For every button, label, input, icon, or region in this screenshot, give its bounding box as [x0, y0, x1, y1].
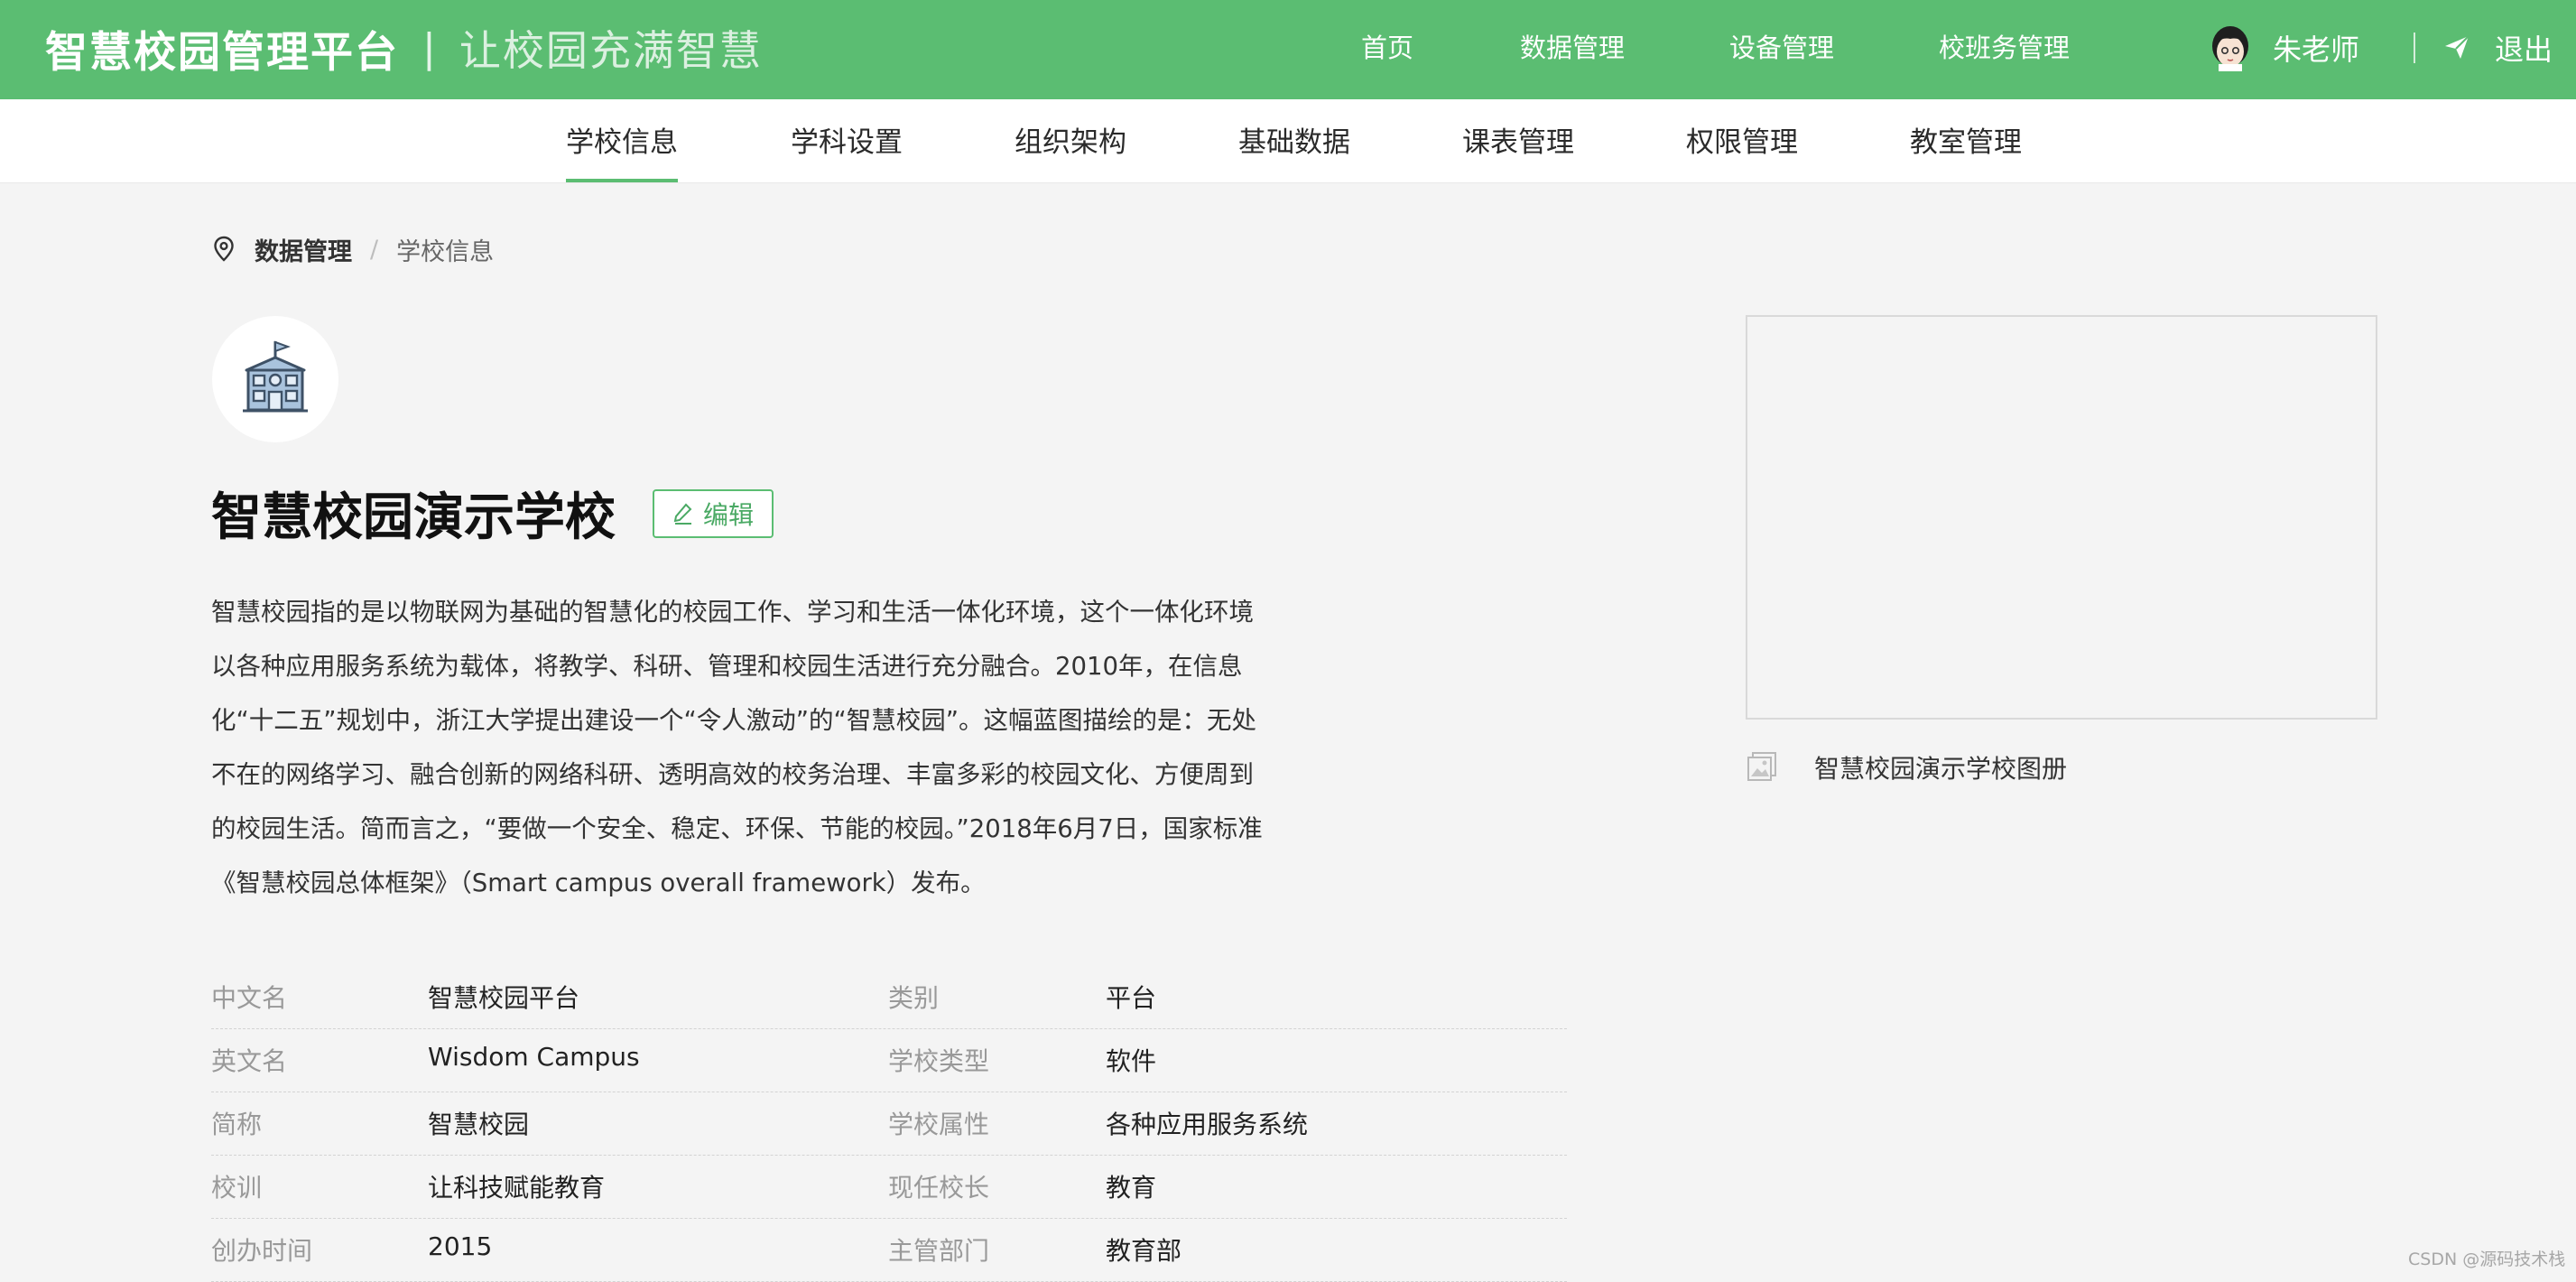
- school-name: 智慧校园演示学校: [211, 488, 616, 547]
- info-value: 平台: [1106, 983, 1157, 1013]
- tab-permissions[interactable]: 权限管理: [1686, 119, 1798, 182]
- info-key: 现任校长: [888, 1173, 990, 1203]
- album-image-placeholder[interactable]: [1746, 315, 2377, 720]
- info-value: 让科技赋能教育: [428, 1173, 606, 1203]
- platform-slogan: 让校园充满智慧: [459, 26, 763, 75]
- description-line: 的校园生活。简而言之，“要做一个安全、稳定、环保、节能的校园。”2018年6月7…: [211, 814, 1263, 843]
- info-key: 学校类型: [888, 1046, 990, 1076]
- info-row: 创办时间 2015 主管部门 教育部: [211, 1219, 1567, 1282]
- edit-button-label: 编辑: [702, 500, 754, 530]
- breadcrumb-root[interactable]: 数据管理: [255, 232, 352, 267]
- info-value: 各种应用服务系统: [1106, 1110, 1309, 1139]
- info-value: 教育: [1106, 1173, 1157, 1203]
- info-value: 软件: [1106, 1046, 1157, 1076]
- info-value: Wisdom Campus: [428, 1042, 640, 1072]
- description-line: 以各种应用服务系统为载体，将教学、科研、管理和校园生活进行充分融合。2010年，…: [211, 652, 1243, 681]
- info-key: 类别: [888, 983, 940, 1013]
- breadcrumb: 数据管理 / 学校信息: [213, 231, 494, 267]
- info-key: 英文名: [211, 1046, 288, 1076]
- tab-basic-data[interactable]: 基础数据: [1238, 119, 1350, 182]
- edit-pencil-icon: [673, 503, 692, 525]
- header-divider: [2414, 33, 2415, 63]
- info-value: 教育部: [1106, 1236, 1182, 1266]
- info-key: 学校属性: [888, 1110, 990, 1139]
- info-key: 中文名: [211, 983, 288, 1013]
- description-line: 《智慧校园总体框架》（Smart campus overall framewor…: [211, 869, 986, 897]
- send-icon[interactable]: [2442, 33, 2471, 61]
- sub-navigation: 学校信息 学科设置 组织架构 基础数据 课表管理 权限管理 教室管理: [0, 99, 2576, 183]
- description-line: 不在的网络学习、融合创新的网络科研、透明高效的校务治理、丰富多彩的校园文化、方便…: [211, 760, 1254, 789]
- school-info-table: 中文名 智慧校园平台 类别 平台 英文名 Wisdom Campus 学校类型 …: [211, 966, 1567, 1282]
- description-line: 智慧校园指的是以物联网为基础的智慧化的校园工作、学习和生活一体化环境，这个一体化…: [211, 598, 1254, 627]
- user-name[interactable]: 朱老师: [2273, 27, 2359, 69]
- info-key: 创办时间: [211, 1236, 313, 1266]
- school-description: 智慧校园指的是以物联网为基础的智慧化的校园工作、学习和生活一体化环境，这个一体化…: [211, 585, 1294, 910]
- info-value: 2015: [428, 1231, 493, 1261]
- breadcrumb-current: 学校信息: [396, 237, 495, 266]
- info-key: 主管部门: [888, 1236, 990, 1266]
- location-pin-icon: [214, 236, 234, 262]
- logout-button[interactable]: 退出: [2495, 27, 2553, 69]
- tab-classrooms[interactable]: 教室管理: [1910, 119, 2022, 182]
- image-album-icon: [1747, 752, 1776, 781]
- info-row: 英文名 Wisdom Campus 学校类型 软件: [211, 1029, 1567, 1092]
- school-building-icon: [243, 340, 308, 413]
- topnav-home[interactable]: 首页: [1361, 27, 1413, 65]
- info-key: 简称: [211, 1110, 263, 1139]
- album-link[interactable]: 智慧校园演示学校图册: [1814, 749, 2067, 785]
- watermark: CSDN @源码技术栈: [2408, 1249, 2566, 1269]
- info-row: 中文名 智慧校园平台 类别 平台: [211, 966, 1567, 1029]
- tab-school-info[interactable]: 学校信息: [566, 119, 678, 182]
- description-line: 化“十二五”规划中，浙江大学提出建设一个“令人激动”的“智慧校园”。这幅蓝图描绘…: [211, 706, 1256, 735]
- top-header: 智慧校园管理平台 | 让校园充满智慧 首页 数据管理 设备管理 校班务管理 朱老…: [0, 0, 2576, 99]
- brand-separator: |: [422, 24, 436, 71]
- info-value: 智慧校园: [428, 1110, 530, 1139]
- info-value: 智慧校园平台: [428, 983, 580, 1013]
- edit-button[interactable]: 编辑: [653, 489, 774, 538]
- tab-subject-settings[interactable]: 学科设置: [791, 119, 903, 182]
- breadcrumb-separator: /: [370, 235, 379, 264]
- topnav-device-management[interactable]: 设备管理: [1729, 27, 1834, 65]
- info-row: 校训 让科技赋能教育 现任校长 教育: [211, 1156, 1567, 1219]
- tab-timetable[interactable]: 课表管理: [1462, 119, 1574, 182]
- info-key: 校训: [211, 1173, 263, 1203]
- tab-organization[interactable]: 组织架构: [1015, 119, 1126, 182]
- brand: 智慧校园管理平台 | 让校园充满智慧: [45, 17, 763, 79]
- topnav-class-affairs[interactable]: 校班务管理: [1939, 27, 2070, 65]
- platform-title[interactable]: 智慧校园管理平台: [45, 17, 399, 79]
- info-row: 简称 智慧校园 学校属性 各种应用服务系统: [211, 1092, 1567, 1156]
- avatar[interactable]: [2208, 19, 2253, 71]
- school-logo: [212, 316, 338, 442]
- topnav-data-management[interactable]: 数据管理: [1520, 27, 1625, 65]
